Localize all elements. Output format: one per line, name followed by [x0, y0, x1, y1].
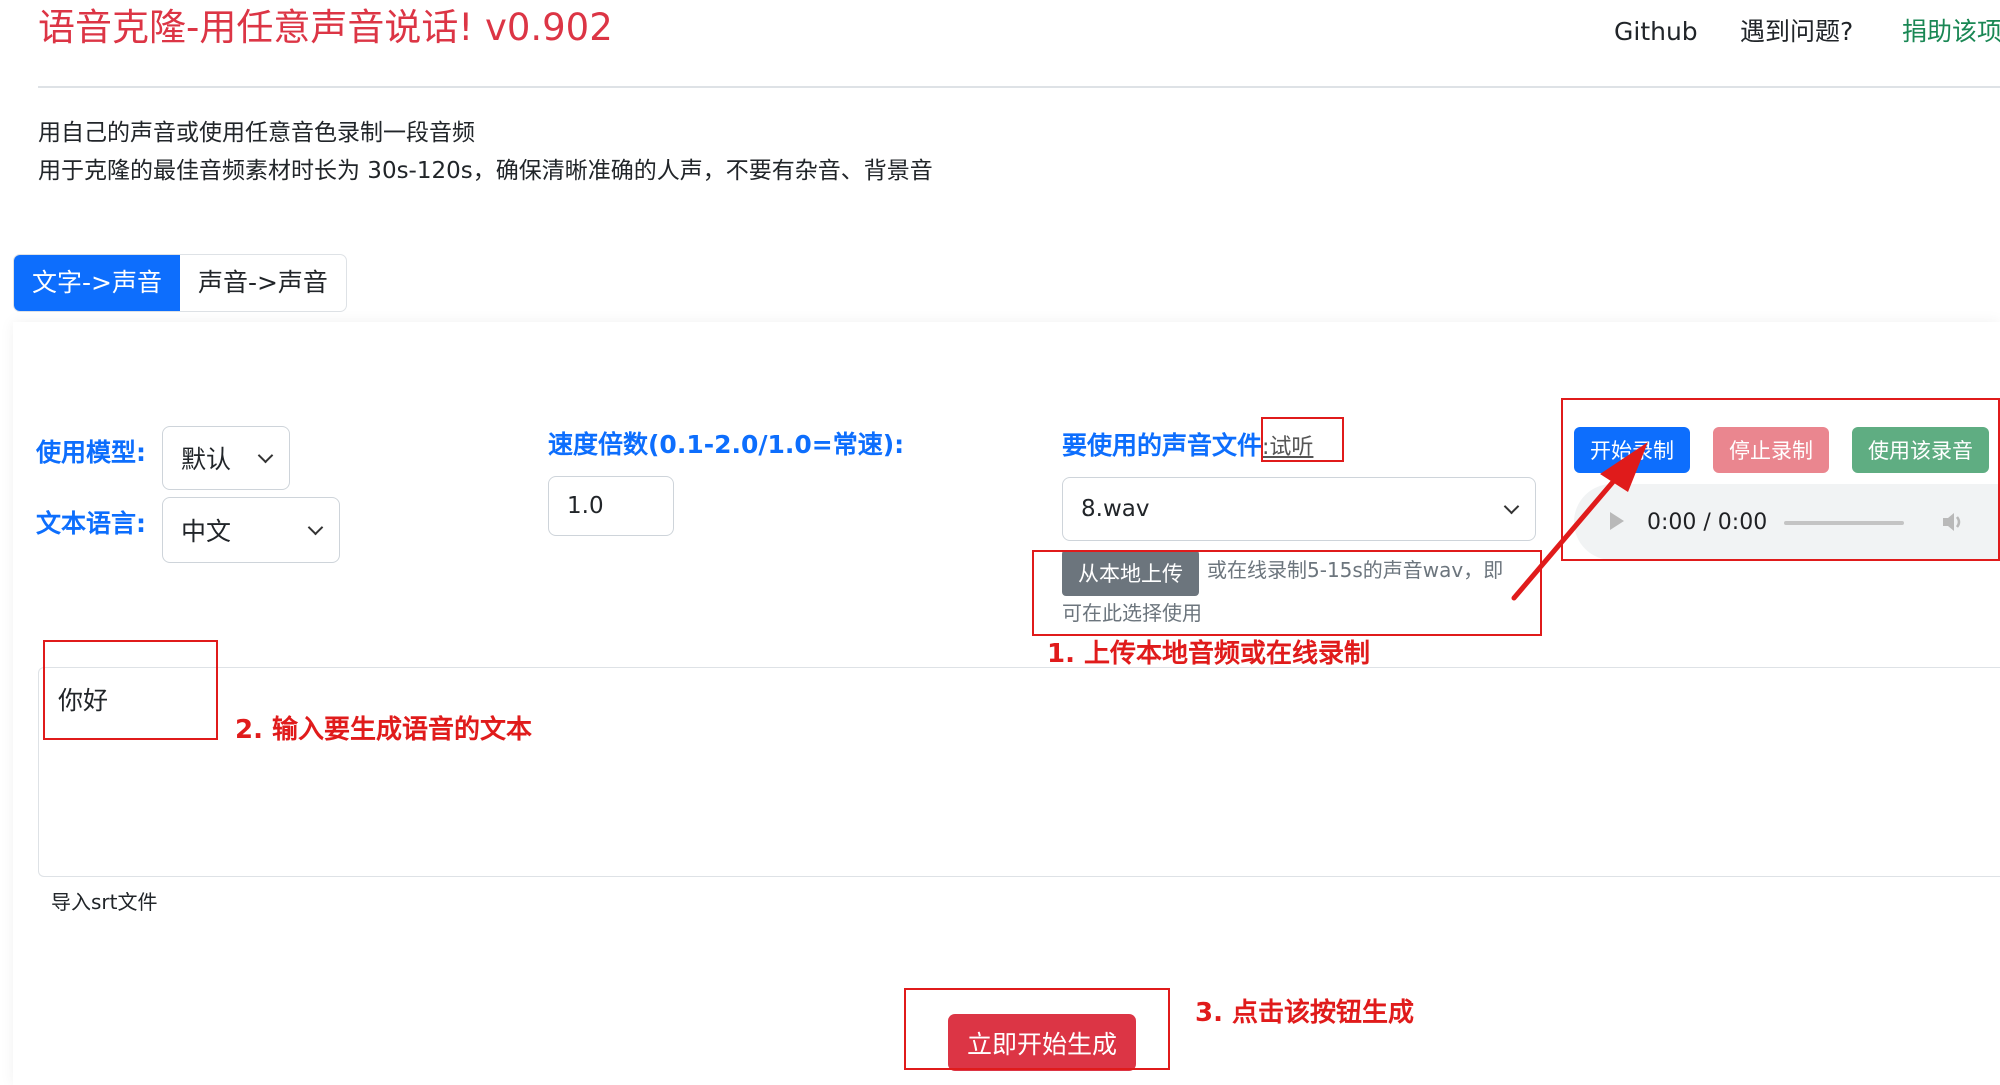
import-srt-button[interactable]: 导入srt文件: [51, 887, 157, 917]
speed-label: 速度倍数(0.1-2.0/1.0=常速):: [548, 430, 905, 459]
intro-line-1: 用自己的声音或使用任意音色录制一段音频: [38, 120, 475, 146]
model-select[interactable]: 默认: [162, 426, 290, 490]
voice-file-select-value: 8.wav: [1081, 496, 1150, 522]
mode-tabs: 文字->声音 声音->声音: [13, 254, 347, 312]
speed-input[interactable]: [548, 476, 674, 536]
intro-line-2: 用于克隆的最佳音频素材时长为 30s-120s，确保清晰准确的人声，不要有杂音、…: [38, 158, 933, 184]
language-select-value: 中文: [181, 517, 232, 546]
annotation-box-preview: [1261, 417, 1344, 462]
nav-donate-link[interactable]: 捐助该项: [1902, 14, 2000, 50]
text-input-area[interactable]: [38, 667, 2000, 877]
header-divider: [38, 86, 2000, 88]
annotation-step-1: 1. 上传本地音频或在线录制: [1047, 639, 1371, 669]
model-select-value: 默认: [181, 445, 232, 474]
annotation-box-generate: [904, 988, 1170, 1070]
app-title: 语音克隆-用任意声音说话! v0.902: [38, 6, 613, 49]
tab-text-to-speech[interactable]: 文字->声音: [14, 255, 180, 311]
annotation-arrow-icon: [1511, 442, 1648, 601]
annotation-box-text: [43, 640, 218, 740]
language-label: 文本语言:: [36, 509, 146, 538]
chevron-down-icon: [307, 519, 324, 535]
model-label: 使用模型:: [36, 438, 146, 467]
annotation-box-upload: [1032, 550, 1542, 636]
language-select[interactable]: 中文: [162, 497, 340, 563]
annotation-step-2: 2. 输入要生成语音的文本: [235, 715, 533, 745]
nav-help-link[interactable]: 遇到问题?: [1740, 14, 1853, 50]
voice-file-label: 要使用的声音文件: [1062, 431, 1263, 460]
nav-github-link[interactable]: Github: [1614, 14, 1698, 50]
tab-speech-to-speech[interactable]: 声音->声音: [180, 255, 346, 311]
voice-file-select[interactable]: 8.wav: [1062, 477, 1536, 541]
annotation-step-3: 3. 点击该按钮生成: [1195, 998, 1415, 1028]
chevron-down-icon: [257, 447, 274, 463]
